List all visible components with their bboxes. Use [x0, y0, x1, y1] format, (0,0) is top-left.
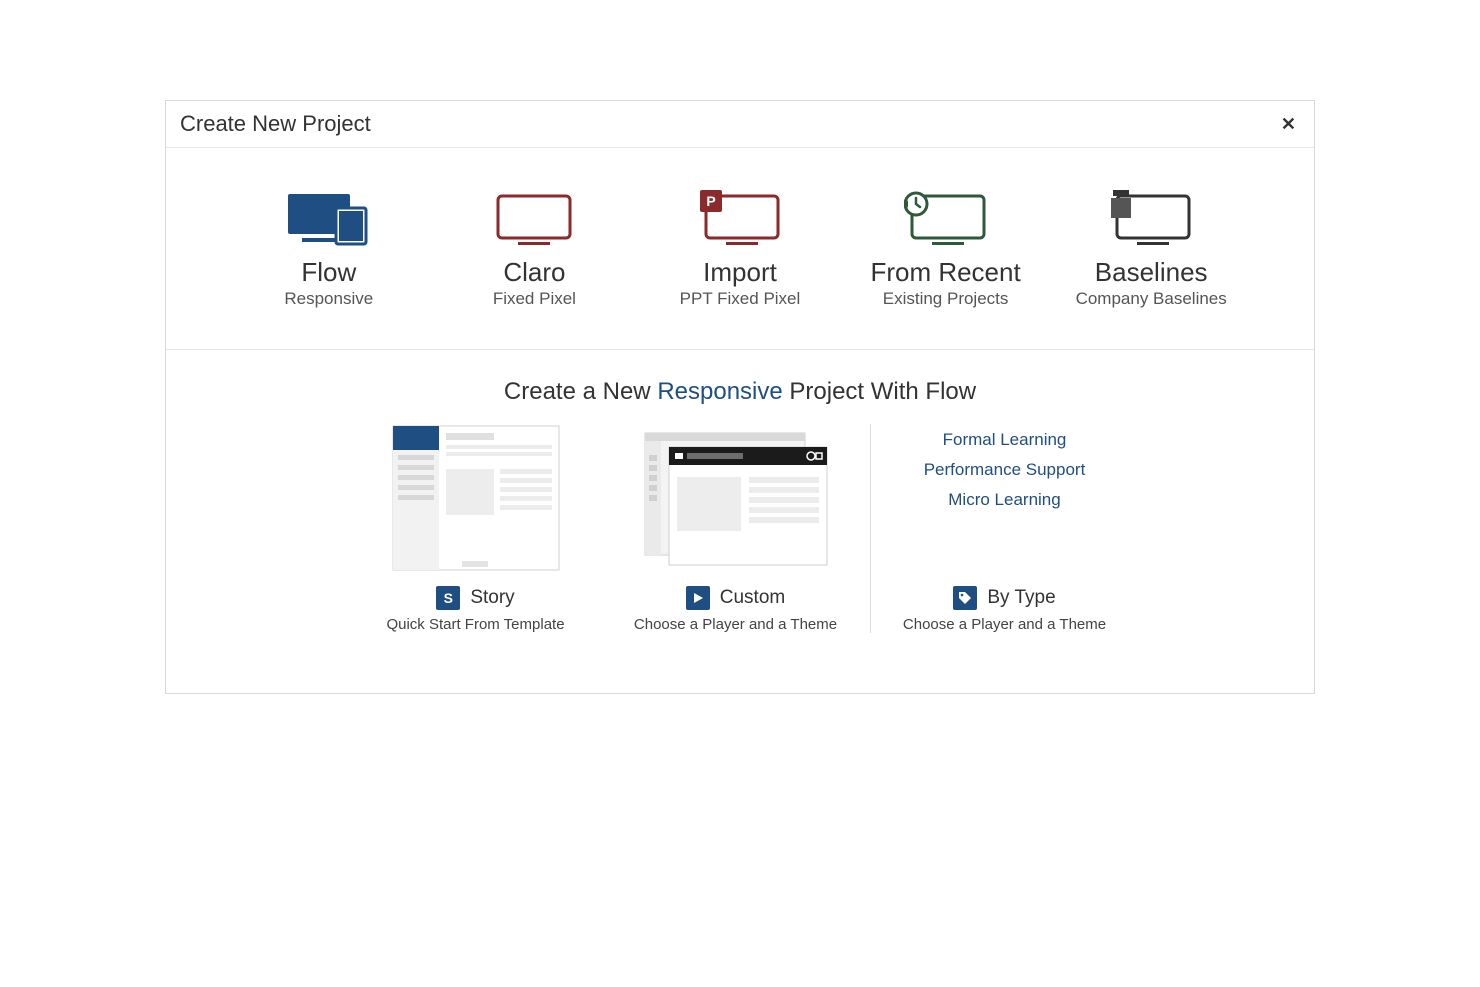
- tab-recent-title: From Recent: [843, 258, 1049, 287]
- monitor-icon: [432, 188, 638, 246]
- option-bytype-label-row: By Type: [885, 586, 1125, 610]
- story-badge-icon: S: [436, 586, 460, 610]
- option-by-type[interactable]: Formal Learning Performance Support Micr…: [875, 424, 1135, 633]
- subheader-prefix: Create a New: [504, 378, 657, 405]
- start-options: S Story Quick Start From Template: [166, 424, 1314, 693]
- dialog-title: Create New Project: [180, 111, 371, 137]
- custom-preview-icon: [616, 424, 856, 572]
- option-custom-label: Custom: [720, 587, 785, 609]
- option-story-label-row: S Story: [356, 586, 596, 610]
- option-bytype-label: By Type: [987, 587, 1055, 609]
- type-item[interactable]: Micro Learning: [948, 490, 1060, 510]
- type-list: Formal Learning Performance Support Micr…: [885, 424, 1125, 544]
- subheader-suffix: Project With Flow: [783, 378, 976, 405]
- option-custom-label-row: Custom: [616, 586, 856, 610]
- tab-baselines-title: Baselines: [1048, 258, 1254, 287]
- option-custom[interactable]: Custom Choose a Player and a Theme: [606, 424, 866, 633]
- tab-claro[interactable]: Claro Fixed Pixel: [432, 188, 638, 309]
- tab-flow-title: Flow: [226, 258, 432, 287]
- tab-import[interactable]: P Import PPT Fixed Pixel: [637, 188, 843, 309]
- devices-icon: [226, 188, 432, 246]
- story-preview-icon: [356, 424, 596, 572]
- history-monitor-icon: [843, 188, 1049, 246]
- type-item[interactable]: Formal Learning: [943, 430, 1067, 450]
- tag-icon: [953, 586, 977, 610]
- create-project-dialog: Create New Project ✕ Flow Responsive: [165, 100, 1315, 694]
- project-type-tabs: Flow Responsive Claro Fixed Pixel P: [166, 148, 1314, 350]
- option-story[interactable]: S Story Quick Start From Template: [346, 424, 606, 633]
- option-divider: [870, 424, 871, 633]
- type-item[interactable]: Performance Support: [924, 460, 1086, 480]
- tab-baselines-sub: Company Baselines: [1048, 289, 1254, 309]
- tab-baselines[interactable]: Baselines Company Baselines: [1048, 188, 1254, 309]
- close-icon[interactable]: ✕: [1281, 115, 1296, 133]
- tab-claro-title: Claro: [432, 258, 638, 287]
- tab-recent[interactable]: From Recent Existing Projects: [843, 188, 1049, 309]
- baseline-monitor-icon: [1048, 188, 1254, 246]
- tab-flow-sub: Responsive: [226, 289, 432, 309]
- option-bytype-sub: Choose a Player and a Theme: [885, 616, 1125, 633]
- tab-import-sub: PPT Fixed Pixel: [637, 289, 843, 309]
- section-subheader: Create a New Responsive Project With Flo…: [166, 350, 1314, 424]
- play-icon: [686, 586, 710, 610]
- dialog-header: Create New Project ✕: [166, 101, 1314, 148]
- option-story-label: Story: [470, 587, 514, 609]
- subheader-highlight: Responsive: [657, 378, 782, 405]
- tab-recent-sub: Existing Projects: [843, 289, 1049, 309]
- svg-text:P: P: [706, 193, 715, 209]
- tab-import-title: Import: [637, 258, 843, 287]
- ppt-monitor-icon: P: [637, 188, 843, 246]
- option-story-sub: Quick Start From Template: [356, 616, 596, 633]
- tab-claro-sub: Fixed Pixel: [432, 289, 638, 309]
- tab-flow[interactable]: Flow Responsive: [226, 188, 432, 309]
- option-custom-sub: Choose a Player and a Theme: [616, 616, 856, 633]
